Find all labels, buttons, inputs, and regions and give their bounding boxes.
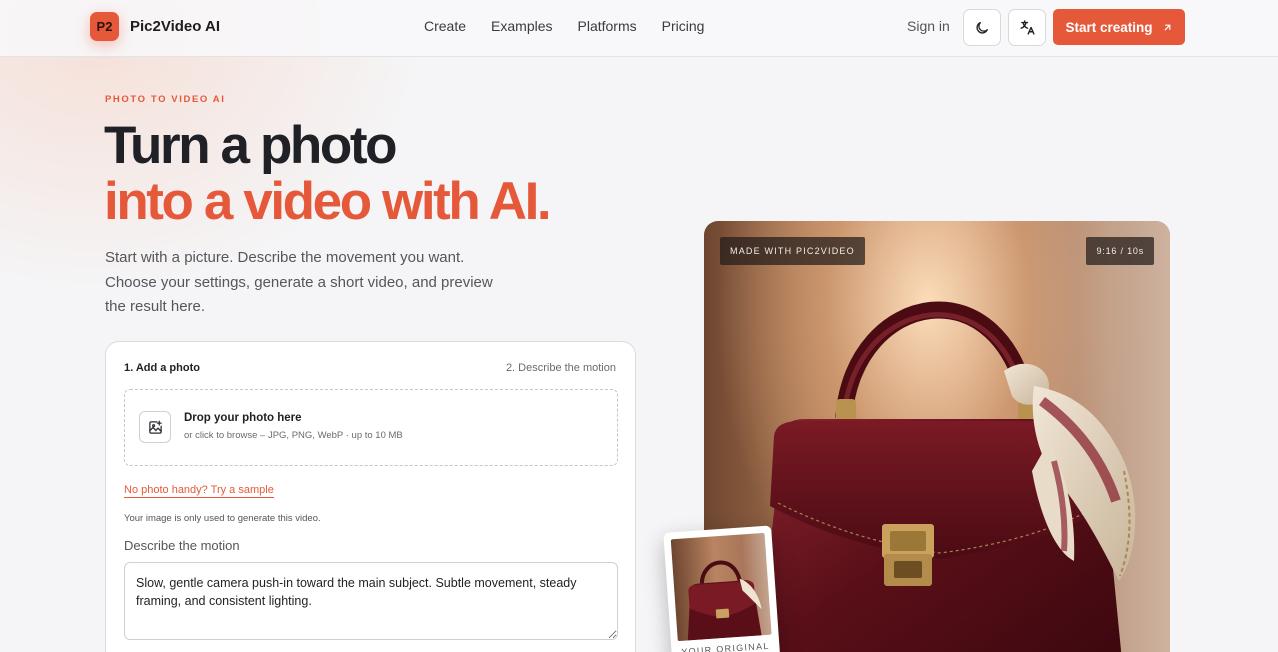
hero-title-line2: into a video with AI.: [104, 172, 552, 231]
hero-title: Turn a photo into a video with AI.: [104, 116, 552, 231]
main-nav: Create Examples Platforms Pricing: [424, 18, 704, 34]
motion-textarea[interactable]: Slow, gentle camera push-in toward the m…: [124, 562, 618, 640]
hero-eyebrow: PHOTO TO VIDEO AI: [105, 94, 226, 105]
brand[interactable]: P2 Pic2Video AI: [90, 12, 220, 41]
top-header: P2 Pic2Video AI Create Examples Platform…: [0, 0, 1278, 57]
nav-item-platforms[interactable]: Platforms: [578, 18, 637, 34]
try-sample-link[interactable]: No photo handy? Try a sample: [124, 484, 274, 498]
original-photo-image: [670, 532, 772, 642]
photo-dropzone[interactable]: Drop your photo here or click to browse …: [124, 389, 618, 466]
arrow-up-right-icon: [1164, 24, 1170, 30]
hero-lead: Start with a picture. Describe the movem…: [105, 249, 493, 315]
aspect-duration-badge: 9:16 / 10s: [1086, 237, 1154, 265]
translate-icon: [1019, 20, 1035, 35]
dropzone-subtitle: or click to browse – JPG, PNG, WebP · up…: [184, 430, 403, 441]
privacy-note: Your image is only used to generate this…: [124, 513, 321, 524]
made-with-badge: MADE WITH PIC2VIDEO: [720, 237, 865, 265]
dropzone-title: Drop your photo here: [184, 412, 302, 424]
hero-title-line1: Turn a photo: [104, 116, 397, 175]
brand-name: Pic2Video AI: [130, 18, 221, 35]
brand-logo: P2: [90, 12, 119, 41]
theme-toggle-button[interactable]: [963, 9, 1001, 46]
nav-item-examples[interactable]: Examples: [491, 18, 552, 34]
start-creating-button[interactable]: Start creating: [1053, 9, 1185, 45]
step-describe-motion[interactable]: 2. Describe the motion: [506, 362, 616, 374]
step-add-photo[interactable]: 1. Add a photo: [124, 362, 200, 374]
original-photo-thumbnail[interactable]: YOUR ORIGINAL: [663, 525, 781, 652]
nav-item-pricing[interactable]: Pricing: [662, 18, 705, 34]
upload-form-card: 1. Add a photo 2. Describe the motion Dr…: [105, 341, 636, 652]
original-photo-label: YOUR ORIGINAL: [681, 640, 770, 652]
nav-item-create[interactable]: Create: [424, 18, 466, 34]
motion-label: Describe the motion: [124, 538, 240, 553]
start-creating-label: Start creating: [1065, 19, 1153, 35]
image-plus-icon: [139, 411, 171, 443]
language-button[interactable]: [1008, 9, 1046, 46]
moon-icon: [976, 21, 988, 34]
sign-in-link[interactable]: Sign in: [907, 18, 950, 34]
